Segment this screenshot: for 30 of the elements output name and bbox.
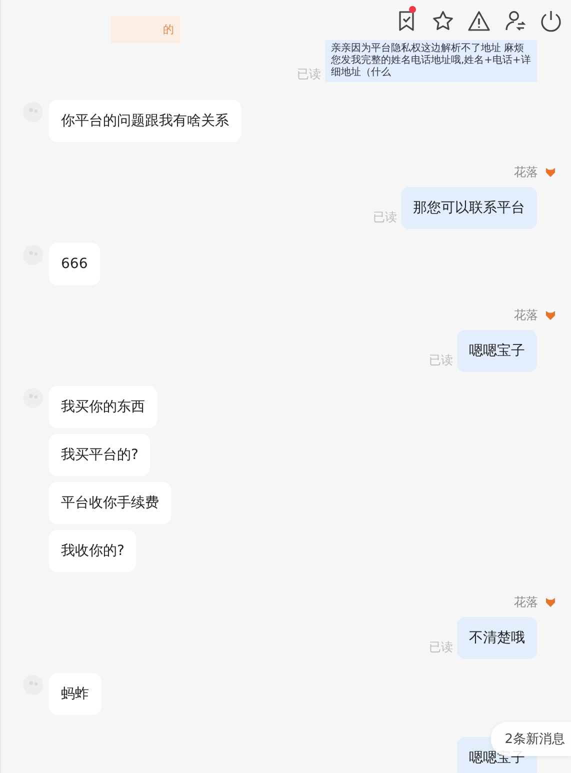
avatar-icon: [23, 245, 43, 265]
message-bubble: 嗯嗯宝子: [457, 330, 537, 372]
message-bubble: 不清楚哦: [457, 617, 537, 659]
message-bubble: 那您可以联系平台: [401, 187, 537, 229]
warning-icon[interactable]: [467, 9, 491, 33]
power-icon[interactable]: [539, 9, 563, 33]
tag-label: 的: [111, 16, 180, 42]
star-icon[interactable]: [431, 9, 455, 33]
fox-icon: [546, 598, 555, 607]
message-bubble: 我收你的?: [49, 530, 136, 572]
message-bubble: 蚂蚱: [49, 673, 101, 715]
sender-name: 花落: [514, 307, 538, 324]
read-status: 已读: [429, 352, 453, 369]
avatar-icon: [23, 388, 43, 408]
avatar-icon: [23, 102, 43, 122]
message-bubble: 666: [49, 243, 100, 285]
sender-name: 花落: [514, 594, 538, 611]
message-bubble: 亲亲因为平台隐私权这边解析不了地址 麻烦您发我完整的姓名电话地址哦,姓名+电话+详细地址（什么: [325, 40, 537, 82]
message-bubble: 平台收你手续费: [49, 482, 171, 524]
user-switch-icon[interactable]: [503, 9, 527, 33]
read-status: 已读: [373, 209, 397, 226]
avatar-icon: [23, 675, 43, 695]
fox-icon: [546, 311, 555, 320]
message-bubble: 我买平台的?: [49, 434, 150, 476]
message-bubble: 我买你的东西: [49, 386, 157, 428]
read-status: 已读: [429, 639, 453, 656]
fox-icon: [546, 168, 555, 177]
sender-name: 花落: [514, 164, 538, 181]
message-bubble: 你平台的问题跟我有啥关系: [49, 100, 241, 142]
read-status: 已读: [297, 66, 321, 83]
